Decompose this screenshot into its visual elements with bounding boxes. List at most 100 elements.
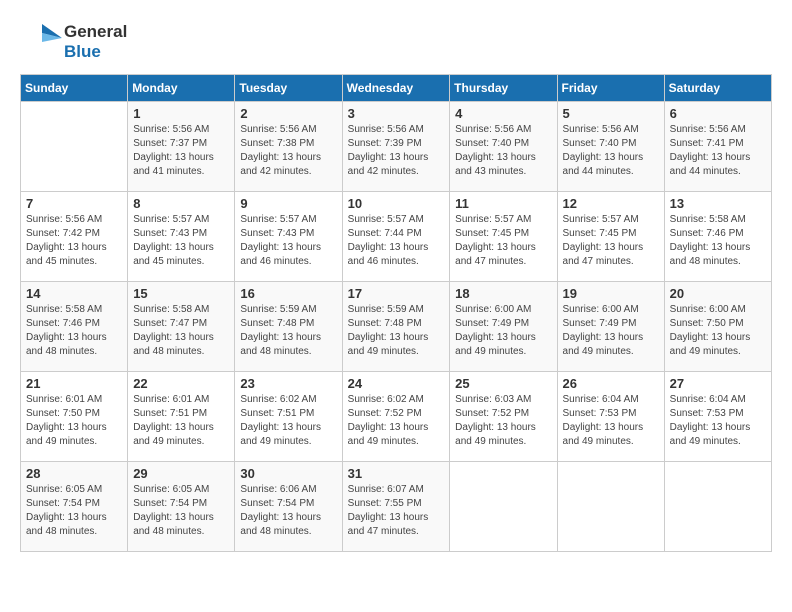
- day-info: Sunrise: 6:00 AMSunset: 7:49 PMDaylight:…: [563, 303, 659, 359]
- day-number: 15: [133, 286, 229, 301]
- calendar-cell: 20 Sunrise: 6:00 AMSunset: 7:50 PMDaylig…: [664, 282, 771, 372]
- day-number: 12: [563, 196, 659, 211]
- calendar-cell: 7 Sunrise: 5:56 AMSunset: 7:42 PMDayligh…: [21, 192, 128, 282]
- calendar-cell: 14 Sunrise: 5:58 AMSunset: 7:46 PMDaylig…: [21, 282, 128, 372]
- calendar-cell: [21, 102, 128, 192]
- calendar-cell: 2 Sunrise: 5:56 AMSunset: 7:38 PMDayligh…: [235, 102, 342, 192]
- day-number: 25: [455, 376, 551, 391]
- day-number: 30: [240, 466, 336, 481]
- logo-shape-icon: [20, 20, 64, 64]
- calendar-table: SundayMondayTuesdayWednesdayThursdayFrid…: [20, 74, 772, 552]
- calendar-cell: 31 Sunrise: 6:07 AMSunset: 7:55 PMDaylig…: [342, 462, 450, 552]
- day-number: 23: [240, 376, 336, 391]
- day-info: Sunrise: 6:00 AMSunset: 7:50 PMDaylight:…: [670, 303, 766, 359]
- day-number: 11: [455, 196, 551, 211]
- day-number: 19: [563, 286, 659, 301]
- day-number: 28: [26, 466, 122, 481]
- calendar-cell: 9 Sunrise: 5:57 AMSunset: 7:43 PMDayligh…: [235, 192, 342, 282]
- calendar-cell: 3 Sunrise: 5:56 AMSunset: 7:39 PMDayligh…: [342, 102, 450, 192]
- day-number: 22: [133, 376, 229, 391]
- day-info: Sunrise: 6:05 AMSunset: 7:54 PMDaylight:…: [133, 483, 229, 539]
- day-number: 27: [670, 376, 766, 391]
- calendar-cell: 19 Sunrise: 6:00 AMSunset: 7:49 PMDaylig…: [557, 282, 664, 372]
- weekday-header-wednesday: Wednesday: [342, 75, 450, 102]
- calendar-cell: 23 Sunrise: 6:02 AMSunset: 7:51 PMDaylig…: [235, 372, 342, 462]
- day-number: 2: [240, 106, 336, 121]
- day-info: Sunrise: 5:56 AMSunset: 7:38 PMDaylight:…: [240, 123, 336, 179]
- calendar-cell: 1 Sunrise: 5:56 AMSunset: 7:37 PMDayligh…: [128, 102, 235, 192]
- calendar-cell: 5 Sunrise: 5:56 AMSunset: 7:40 PMDayligh…: [557, 102, 664, 192]
- day-info: Sunrise: 5:57 AMSunset: 7:45 PMDaylight:…: [563, 213, 659, 269]
- day-number: 8: [133, 196, 229, 211]
- day-info: Sunrise: 5:56 AMSunset: 7:39 PMDaylight:…: [348, 123, 445, 179]
- day-info: Sunrise: 5:57 AMSunset: 7:43 PMDaylight:…: [133, 213, 229, 269]
- day-info: Sunrise: 5:59 AMSunset: 7:48 PMDaylight:…: [240, 303, 336, 359]
- day-number: 18: [455, 286, 551, 301]
- calendar-cell: 11 Sunrise: 5:57 AMSunset: 7:45 PMDaylig…: [450, 192, 557, 282]
- day-number: 31: [348, 466, 445, 481]
- calendar-cell: 25 Sunrise: 6:03 AMSunset: 7:52 PMDaylig…: [450, 372, 557, 462]
- day-info: Sunrise: 6:07 AMSunset: 7:55 PMDaylight:…: [348, 483, 445, 539]
- day-number: 24: [348, 376, 445, 391]
- logo-general: General: [64, 22, 127, 42]
- calendar-week-row: 14 Sunrise: 5:58 AMSunset: 7:46 PMDaylig…: [21, 282, 772, 372]
- day-number: 1: [133, 106, 229, 121]
- day-info: Sunrise: 5:57 AMSunset: 7:45 PMDaylight:…: [455, 213, 551, 269]
- day-number: 14: [26, 286, 122, 301]
- day-info: Sunrise: 5:58 AMSunset: 7:46 PMDaylight:…: [670, 213, 766, 269]
- day-info: Sunrise: 5:56 AMSunset: 7:42 PMDaylight:…: [26, 213, 122, 269]
- calendar-cell: 24 Sunrise: 6:02 AMSunset: 7:52 PMDaylig…: [342, 372, 450, 462]
- day-number: 13: [670, 196, 766, 211]
- calendar-cell: 6 Sunrise: 5:56 AMSunset: 7:41 PMDayligh…: [664, 102, 771, 192]
- calendar-cell: 21 Sunrise: 6:01 AMSunset: 7:50 PMDaylig…: [21, 372, 128, 462]
- calendar-cell: 8 Sunrise: 5:57 AMSunset: 7:43 PMDayligh…: [128, 192, 235, 282]
- day-info: Sunrise: 6:04 AMSunset: 7:53 PMDaylight:…: [563, 393, 659, 449]
- weekday-header-sunday: Sunday: [21, 75, 128, 102]
- calendar-week-row: 21 Sunrise: 6:01 AMSunset: 7:50 PMDaylig…: [21, 372, 772, 462]
- day-info: Sunrise: 6:02 AMSunset: 7:52 PMDaylight:…: [348, 393, 445, 449]
- day-number: 4: [455, 106, 551, 121]
- calendar-cell: 17 Sunrise: 5:59 AMSunset: 7:48 PMDaylig…: [342, 282, 450, 372]
- logo: General Blue: [20, 20, 127, 64]
- calendar-cell: [557, 462, 664, 552]
- weekday-header-monday: Monday: [128, 75, 235, 102]
- day-number: 20: [670, 286, 766, 301]
- day-info: Sunrise: 5:56 AMSunset: 7:37 PMDaylight:…: [133, 123, 229, 179]
- calendar-cell: 16 Sunrise: 5:59 AMSunset: 7:48 PMDaylig…: [235, 282, 342, 372]
- calendar-cell: 12 Sunrise: 5:57 AMSunset: 7:45 PMDaylig…: [557, 192, 664, 282]
- calendar-cell: [664, 462, 771, 552]
- day-number: 26: [563, 376, 659, 391]
- calendar-cell: 4 Sunrise: 5:56 AMSunset: 7:40 PMDayligh…: [450, 102, 557, 192]
- day-info: Sunrise: 5:57 AMSunset: 7:44 PMDaylight:…: [348, 213, 445, 269]
- weekday-header-saturday: Saturday: [664, 75, 771, 102]
- day-info: Sunrise: 5:56 AMSunset: 7:40 PMDaylight:…: [563, 123, 659, 179]
- calendar-header-row: SundayMondayTuesdayWednesdayThursdayFrid…: [21, 75, 772, 102]
- calendar-cell: 22 Sunrise: 6:01 AMSunset: 7:51 PMDaylig…: [128, 372, 235, 462]
- calendar-cell: 27 Sunrise: 6:04 AMSunset: 7:53 PMDaylig…: [664, 372, 771, 462]
- calendar-week-row: 28 Sunrise: 6:05 AMSunset: 7:54 PMDaylig…: [21, 462, 772, 552]
- day-number: 21: [26, 376, 122, 391]
- calendar-cell: 30 Sunrise: 6:06 AMSunset: 7:54 PMDaylig…: [235, 462, 342, 552]
- day-info: Sunrise: 6:04 AMSunset: 7:53 PMDaylight:…: [670, 393, 766, 449]
- calendar-cell: 18 Sunrise: 6:00 AMSunset: 7:49 PMDaylig…: [450, 282, 557, 372]
- day-info: Sunrise: 6:03 AMSunset: 7:52 PMDaylight:…: [455, 393, 551, 449]
- day-info: Sunrise: 6:06 AMSunset: 7:54 PMDaylight:…: [240, 483, 336, 539]
- weekday-header-friday: Friday: [557, 75, 664, 102]
- day-info: Sunrise: 5:59 AMSunset: 7:48 PMDaylight:…: [348, 303, 445, 359]
- day-number: 3: [348, 106, 445, 121]
- day-number: 9: [240, 196, 336, 211]
- day-number: 6: [670, 106, 766, 121]
- day-number: 29: [133, 466, 229, 481]
- day-info: Sunrise: 5:56 AMSunset: 7:41 PMDaylight:…: [670, 123, 766, 179]
- weekday-header-thursday: Thursday: [450, 75, 557, 102]
- day-info: Sunrise: 5:56 AMSunset: 7:40 PMDaylight:…: [455, 123, 551, 179]
- calendar-cell: 28 Sunrise: 6:05 AMSunset: 7:54 PMDaylig…: [21, 462, 128, 552]
- day-number: 10: [348, 196, 445, 211]
- calendar-week-row: 1 Sunrise: 5:56 AMSunset: 7:37 PMDayligh…: [21, 102, 772, 192]
- day-info: Sunrise: 5:58 AMSunset: 7:47 PMDaylight:…: [133, 303, 229, 359]
- calendar-cell: 10 Sunrise: 5:57 AMSunset: 7:44 PMDaylig…: [342, 192, 450, 282]
- day-info: Sunrise: 6:02 AMSunset: 7:51 PMDaylight:…: [240, 393, 336, 449]
- logo-blue: Blue: [64, 42, 127, 62]
- day-number: 5: [563, 106, 659, 121]
- weekday-header-tuesday: Tuesday: [235, 75, 342, 102]
